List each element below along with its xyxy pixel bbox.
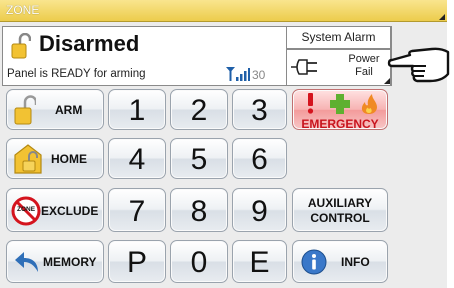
key-3-label: 3 (251, 94, 268, 127)
key-2[interactable]: 2 (170, 89, 228, 130)
back-arrow-icon (15, 252, 38, 272)
auxiliary-control-button[interactable]: AUXILIARY CONTROL (292, 188, 388, 232)
info-icon (301, 249, 327, 275)
home-button[interactable]: HOME (6, 138, 104, 179)
status-box: Disarmed Panel is READY for arming 30 (2, 26, 287, 86)
key-5-label: 5 (190, 143, 208, 176)
emergency-label: EMERGENCY (301, 117, 379, 131)
memory-label: MEMORY (43, 255, 97, 269)
police-alert-icon (308, 93, 313, 106)
key-e[interactable]: E (232, 240, 287, 283)
key-9[interactable]: 9 (232, 188, 287, 232)
signal-strength-value: 30 (252, 68, 266, 82)
padlock-open-icon (11, 33, 31, 59)
emergency-icons (307, 93, 377, 114)
key-6[interactable]: 6 (232, 138, 287, 179)
key-9-label: 9 (251, 195, 268, 228)
key-p-label: P (126, 246, 147, 279)
memory-button[interactable]: MEMORY (6, 240, 104, 283)
pointing-hand-icon (387, 47, 450, 83)
zone-badge-label: ZONE (16, 206, 36, 213)
power-fail-label: Power Fail (348, 53, 380, 78)
keypad-panel: ZONE Disarmed Panel is READY for arming … (0, 0, 447, 288)
auxiliary-control-label: AUXILIARY CONTROL (307, 196, 373, 225)
info-button[interactable]: INFO (292, 240, 388, 283)
key-6-label: 6 (251, 143, 268, 176)
system-alarm-button[interactable]: System Alarm (286, 26, 392, 49)
emergency-button[interactable]: EMERGENCY (292, 89, 388, 131)
system-alarm-label: System Alarm (301, 30, 376, 44)
arm-label: ARM (55, 103, 83, 117)
key-2-label: 2 (190, 94, 208, 127)
key-3[interactable]: 3 (232, 89, 287, 130)
info-label: INFO (341, 255, 370, 269)
padlock-open-icon (14, 95, 36, 125)
key-5[interactable]: 5 (170, 138, 228, 179)
exclude-button[interactable]: ZONE EXCLUDE (6, 188, 104, 232)
medical-cross-icon (330, 94, 350, 114)
arm-state-text: Disarmed (39, 31, 140, 56)
ready-status-text: Panel is READY for arming (7, 68, 146, 80)
zone-label: ZONE (6, 3, 40, 17)
home-padlock-icon (14, 144, 42, 174)
key-0-label: 0 (190, 246, 208, 279)
zone-corner-marker (439, 14, 445, 20)
key-8[interactable]: 8 (170, 188, 228, 232)
arm-button[interactable]: ARM (6, 89, 104, 130)
power-fail-button[interactable]: Power Fail (286, 49, 392, 86)
exclude-label: EXCLUDE (41, 204, 99, 218)
key-7-label: 7 (128, 195, 146, 228)
signal-strength-icon (226, 67, 250, 81)
key-8-label: 8 (190, 195, 208, 228)
key-e-label: E (249, 246, 270, 279)
key-1[interactable]: 1 (108, 89, 166, 130)
key-7[interactable]: 7 (108, 188, 166, 232)
key-4[interactable]: 4 (108, 138, 166, 179)
power-plug-icon (291, 59, 317, 75)
key-0[interactable]: 0 (170, 240, 228, 283)
key-1-label: 1 (128, 94, 146, 127)
key-4-label: 4 (128, 143, 146, 176)
home-label: HOME (51, 152, 87, 166)
zone-bar: ZONE (0, 0, 447, 22)
key-p[interactable]: P (108, 240, 166, 283)
